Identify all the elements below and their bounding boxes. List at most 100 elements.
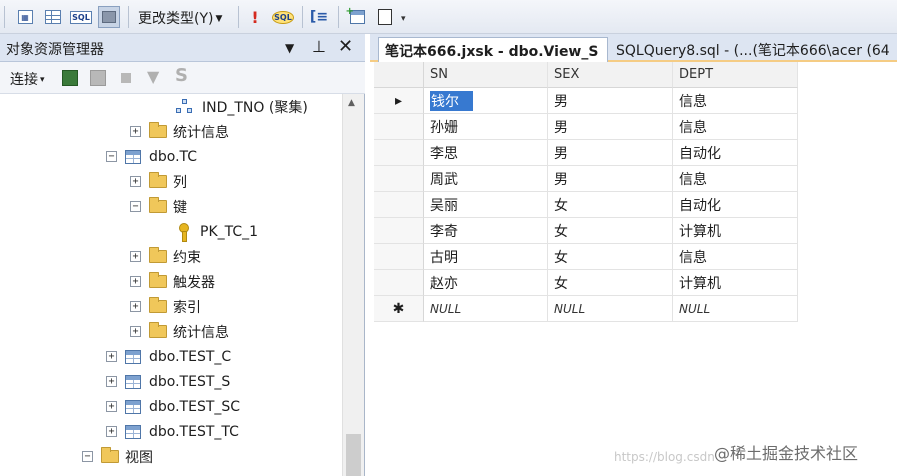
cell-dept[interactable]: 信息	[673, 244, 798, 270]
table-row[interactable]: 赵亦 女 计算机	[374, 270, 798, 296]
tree-node-table[interactable]: + dbo.TEST_C	[106, 344, 231, 369]
close-icon[interactable]: ✕	[338, 36, 353, 57]
scrollbar-thumb[interactable]	[346, 434, 361, 476]
row-selector[interactable]	[374, 192, 424, 218]
add-group-by-icon[interactable]: [≡	[308, 6, 330, 28]
expand-icon[interactable]: +	[106, 351, 117, 362]
cell-sex[interactable]: 男	[548, 88, 673, 114]
scroll-up-icon[interactable]: ▲	[348, 98, 355, 108]
row-selector[interactable]	[374, 218, 424, 244]
expand-icon[interactable]: +	[130, 276, 141, 287]
current-row-indicator-icon[interactable]: ▸	[374, 88, 424, 114]
expand-icon[interactable]: +	[130, 301, 141, 312]
expand-icon[interactable]: +	[130, 126, 141, 137]
tree-node-index[interactable]: IND_TNO (聚集)	[176, 94, 308, 119]
table-row[interactable]: 吴丽 女 自动化	[374, 192, 798, 218]
tab-sqlquery8[interactable]: SQLQuery8.sql - (...(笔记本666\acer (64	[610, 37, 897, 62]
tree-node-table[interactable]: + dbo.TEST_S	[106, 369, 230, 394]
cell-sex[interactable]: 女	[548, 244, 673, 270]
connect-button[interactable]: 连接 ▾	[10, 69, 45, 89]
new-row-icon[interactable]: ✱	[374, 296, 424, 322]
cell-dept[interactable]: 信息	[673, 88, 798, 114]
new-row[interactable]: ✱ NULL NULL NULL	[374, 296, 798, 322]
cell-null[interactable]: NULL	[548, 296, 673, 322]
cell-dept[interactable]: 自动化	[673, 192, 798, 218]
row-selector[interactable]	[374, 114, 424, 140]
cell-value-selected[interactable]: 钱尔	[430, 90, 473, 111]
cell-sex[interactable]: 男	[548, 140, 673, 166]
filter-icon[interactable]: ▼	[147, 67, 163, 86]
tree-node-folder[interactable]: + 触发器	[130, 269, 215, 294]
tree-node-folder[interactable]: − 视图	[82, 444, 153, 469]
expand-icon[interactable]: +	[130, 176, 141, 187]
table-row[interactable]: ▸ 钱尔 男 信息	[374, 88, 798, 114]
cell-sn[interactable]: 李思	[424, 140, 548, 166]
cell-sn[interactable]: 赵亦	[424, 270, 548, 296]
cell-sn[interactable]: 周武	[424, 166, 548, 192]
cell-sex[interactable]: 男	[548, 114, 673, 140]
table-row[interactable]: 周武 男 信息	[374, 166, 798, 192]
tab-view-s[interactable]: 笔记本666.jxsk - dbo.View_S	[378, 37, 608, 62]
expand-icon[interactable]: +	[130, 326, 141, 337]
stop-icon[interactable]	[121, 73, 131, 83]
sql-icon[interactable]: SQL	[70, 6, 92, 28]
row-selector[interactable]	[374, 166, 424, 192]
column-header-dept[interactable]: DEPT	[673, 62, 798, 88]
cell-sex[interactable]: 男	[548, 166, 673, 192]
tree-node-folder[interactable]: + 列	[130, 169, 187, 194]
row-selector[interactable]	[374, 270, 424, 296]
tree-scrollbar[interactable]: ▲	[342, 94, 364, 476]
table-row[interactable]: 李思 男 自动化	[374, 140, 798, 166]
disconnect-icon[interactable]	[90, 70, 106, 86]
table-row[interactable]: 古明 女 信息	[374, 244, 798, 270]
tree-node-table[interactable]: + dbo.TEST_TC	[106, 419, 239, 444]
tree-node-folder[interactable]: + 统计信息	[130, 319, 229, 344]
dropdown-icon[interactable]: ▼	[285, 41, 294, 55]
cell-null[interactable]: NULL	[424, 296, 548, 322]
cell-dept[interactable]: 自动化	[673, 140, 798, 166]
table-row[interactable]: 李奇 女 计算机	[374, 218, 798, 244]
expand-icon[interactable]: +	[130, 251, 141, 262]
change-type-menu[interactable]: 更改类型(Y) ▼	[138, 8, 222, 28]
cell-sex[interactable]: 女	[548, 192, 673, 218]
cell-sn[interactable]: 钱尔	[424, 88, 548, 114]
cell-sn[interactable]: 古明	[424, 244, 548, 270]
cell-sn[interactable]: 孙姗	[424, 114, 548, 140]
row-selector[interactable]	[374, 244, 424, 270]
tree-node-table[interactable]: + dbo.TEST_SC	[106, 394, 240, 419]
collapse-icon[interactable]: −	[130, 201, 141, 212]
verify-sql-icon[interactable]: SQL	[272, 6, 294, 28]
collapse-icon[interactable]: −	[106, 151, 117, 162]
expand-icon[interactable]: +	[106, 401, 117, 412]
cell-dept[interactable]: 计算机	[673, 218, 798, 244]
grid-icon[interactable]	[42, 6, 64, 28]
expand-icon[interactable]: +	[106, 426, 117, 437]
collapse-icon[interactable]: −	[82, 451, 93, 462]
tree-node-folder[interactable]: − 键	[130, 194, 187, 219]
tree-node-folder[interactable]: + 统计信息	[130, 119, 229, 144]
tree-node-table[interactable]: − dbo.TC	[106, 144, 197, 169]
cell-sex[interactable]: 女	[548, 218, 673, 244]
cell-sn[interactable]: 李奇	[424, 218, 548, 244]
results-pane-icon[interactable]: ▦	[14, 6, 36, 28]
execute-icon[interactable]: !	[244, 6, 266, 28]
tree-node-key[interactable]: PK_TC_1	[176, 219, 258, 244]
diagram-icon[interactable]	[98, 6, 120, 28]
cell-sex[interactable]: 女	[548, 270, 673, 296]
table-row[interactable]: 孙姗 男 信息	[374, 114, 798, 140]
cell-dept[interactable]: 信息	[673, 166, 798, 192]
cell-dept[interactable]: 计算机	[673, 270, 798, 296]
row-selector[interactable]	[374, 140, 424, 166]
cell-dept[interactable]: 信息	[673, 114, 798, 140]
add-table-icon[interactable]: +	[346, 6, 368, 28]
column-header-sn[interactable]: SN	[424, 62, 548, 88]
refresh-icon[interactable]: S	[175, 65, 191, 86]
column-header-sex[interactable]: SEX	[548, 62, 673, 88]
row-selector-header[interactable]	[374, 62, 424, 88]
cell-null[interactable]: NULL	[673, 296, 798, 322]
toolbar-overflow-icon[interactable]: ▾	[401, 14, 406, 36]
connect-object-icon[interactable]	[62, 70, 78, 86]
add-derived-table-icon[interactable]	[374, 6, 396, 28]
pin-icon[interactable]: ⊥	[312, 37, 326, 56]
tree-node-folder[interactable]: + 约束	[130, 244, 201, 269]
